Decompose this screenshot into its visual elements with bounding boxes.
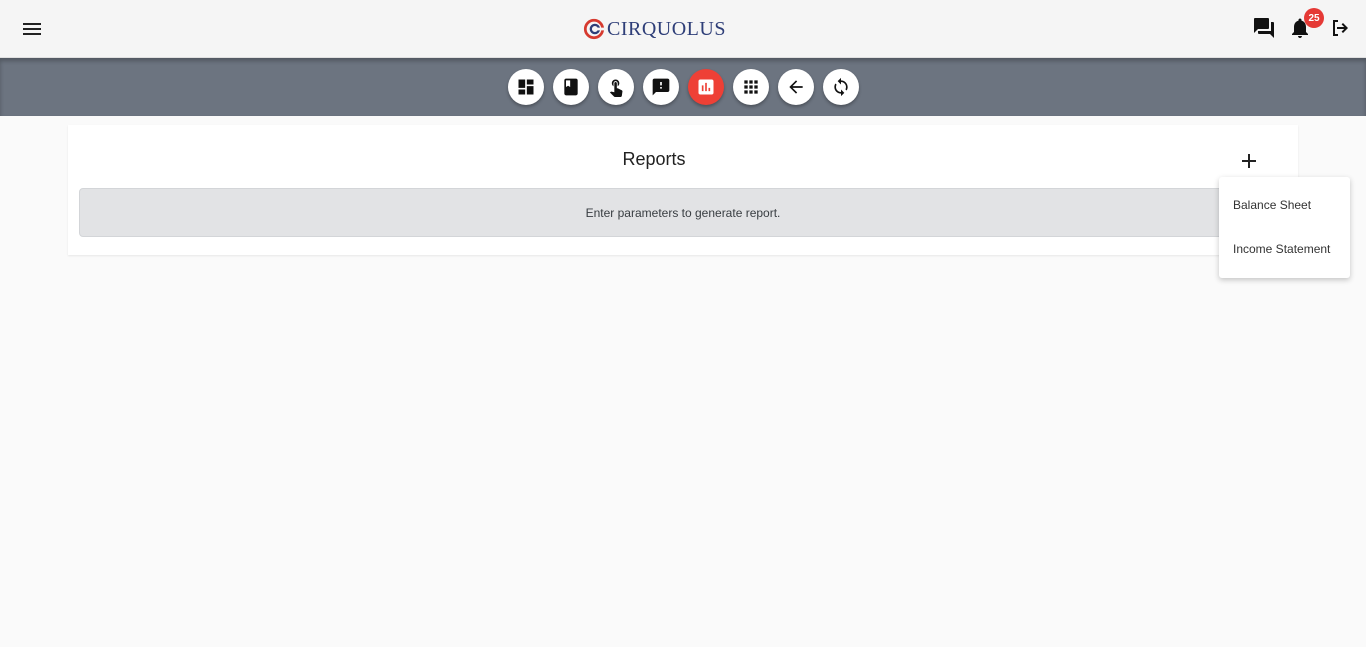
brand-name: CIRQUOLUS <box>607 17 726 40</box>
dashboard-icon <box>518 79 534 95</box>
plus-icon[interactable] <box>1237 149 1261 173</box>
back-button[interactable] <box>778 69 814 105</box>
dashboard-button[interactable] <box>508 69 544 105</box>
menu-item-income-statement[interactable]: Income Statement <box>1219 227 1350 271</box>
book-icon <box>564 78 578 96</box>
book-button[interactable] <box>553 69 589 105</box>
feedback-button[interactable] <box>643 69 679 105</box>
reports-card: Reports Enter parameters to generate rep… <box>68 125 1298 255</box>
touch-button[interactable] <box>598 69 634 105</box>
logout-icon[interactable] <box>1328 16 1352 40</box>
touch-icon <box>609 79 623 97</box>
menu-item-balance-sheet[interactable]: Balance Sheet <box>1219 183 1350 227</box>
action-toolbar <box>0 58 1366 116</box>
brand-logo[interactable]: CIRQUOLUS <box>583 17 726 41</box>
logo-mark-icon <box>583 18 605 40</box>
arrow-back-icon <box>789 80 803 94</box>
report-type-menu: Balance Sheet Income Statement <box>1219 177 1350 278</box>
notifications-button[interactable]: 25 <box>1288 8 1324 40</box>
notification-count-badge: 25 <box>1304 8 1324 28</box>
report-parameters-notice: Enter parameters to generate report. <box>79 188 1287 237</box>
chat-icon[interactable] <box>1252 16 1276 40</box>
top-app-bar: CIRQUOLUS 25 <box>0 0 1366 58</box>
feedback-icon <box>652 78 670 96</box>
page-title: Reports <box>622 149 686 169</box>
bar-chart-icon <box>698 79 714 95</box>
apps-grid-icon <box>744 80 758 94</box>
sync-icon <box>834 77 848 97</box>
header-actions: 25 <box>1240 8 1352 40</box>
hamburger-menu-icon[interactable] <box>20 17 44 41</box>
apps-button[interactable] <box>733 69 769 105</box>
refresh-button[interactable] <box>823 69 859 105</box>
reports-button[interactable] <box>688 69 724 105</box>
